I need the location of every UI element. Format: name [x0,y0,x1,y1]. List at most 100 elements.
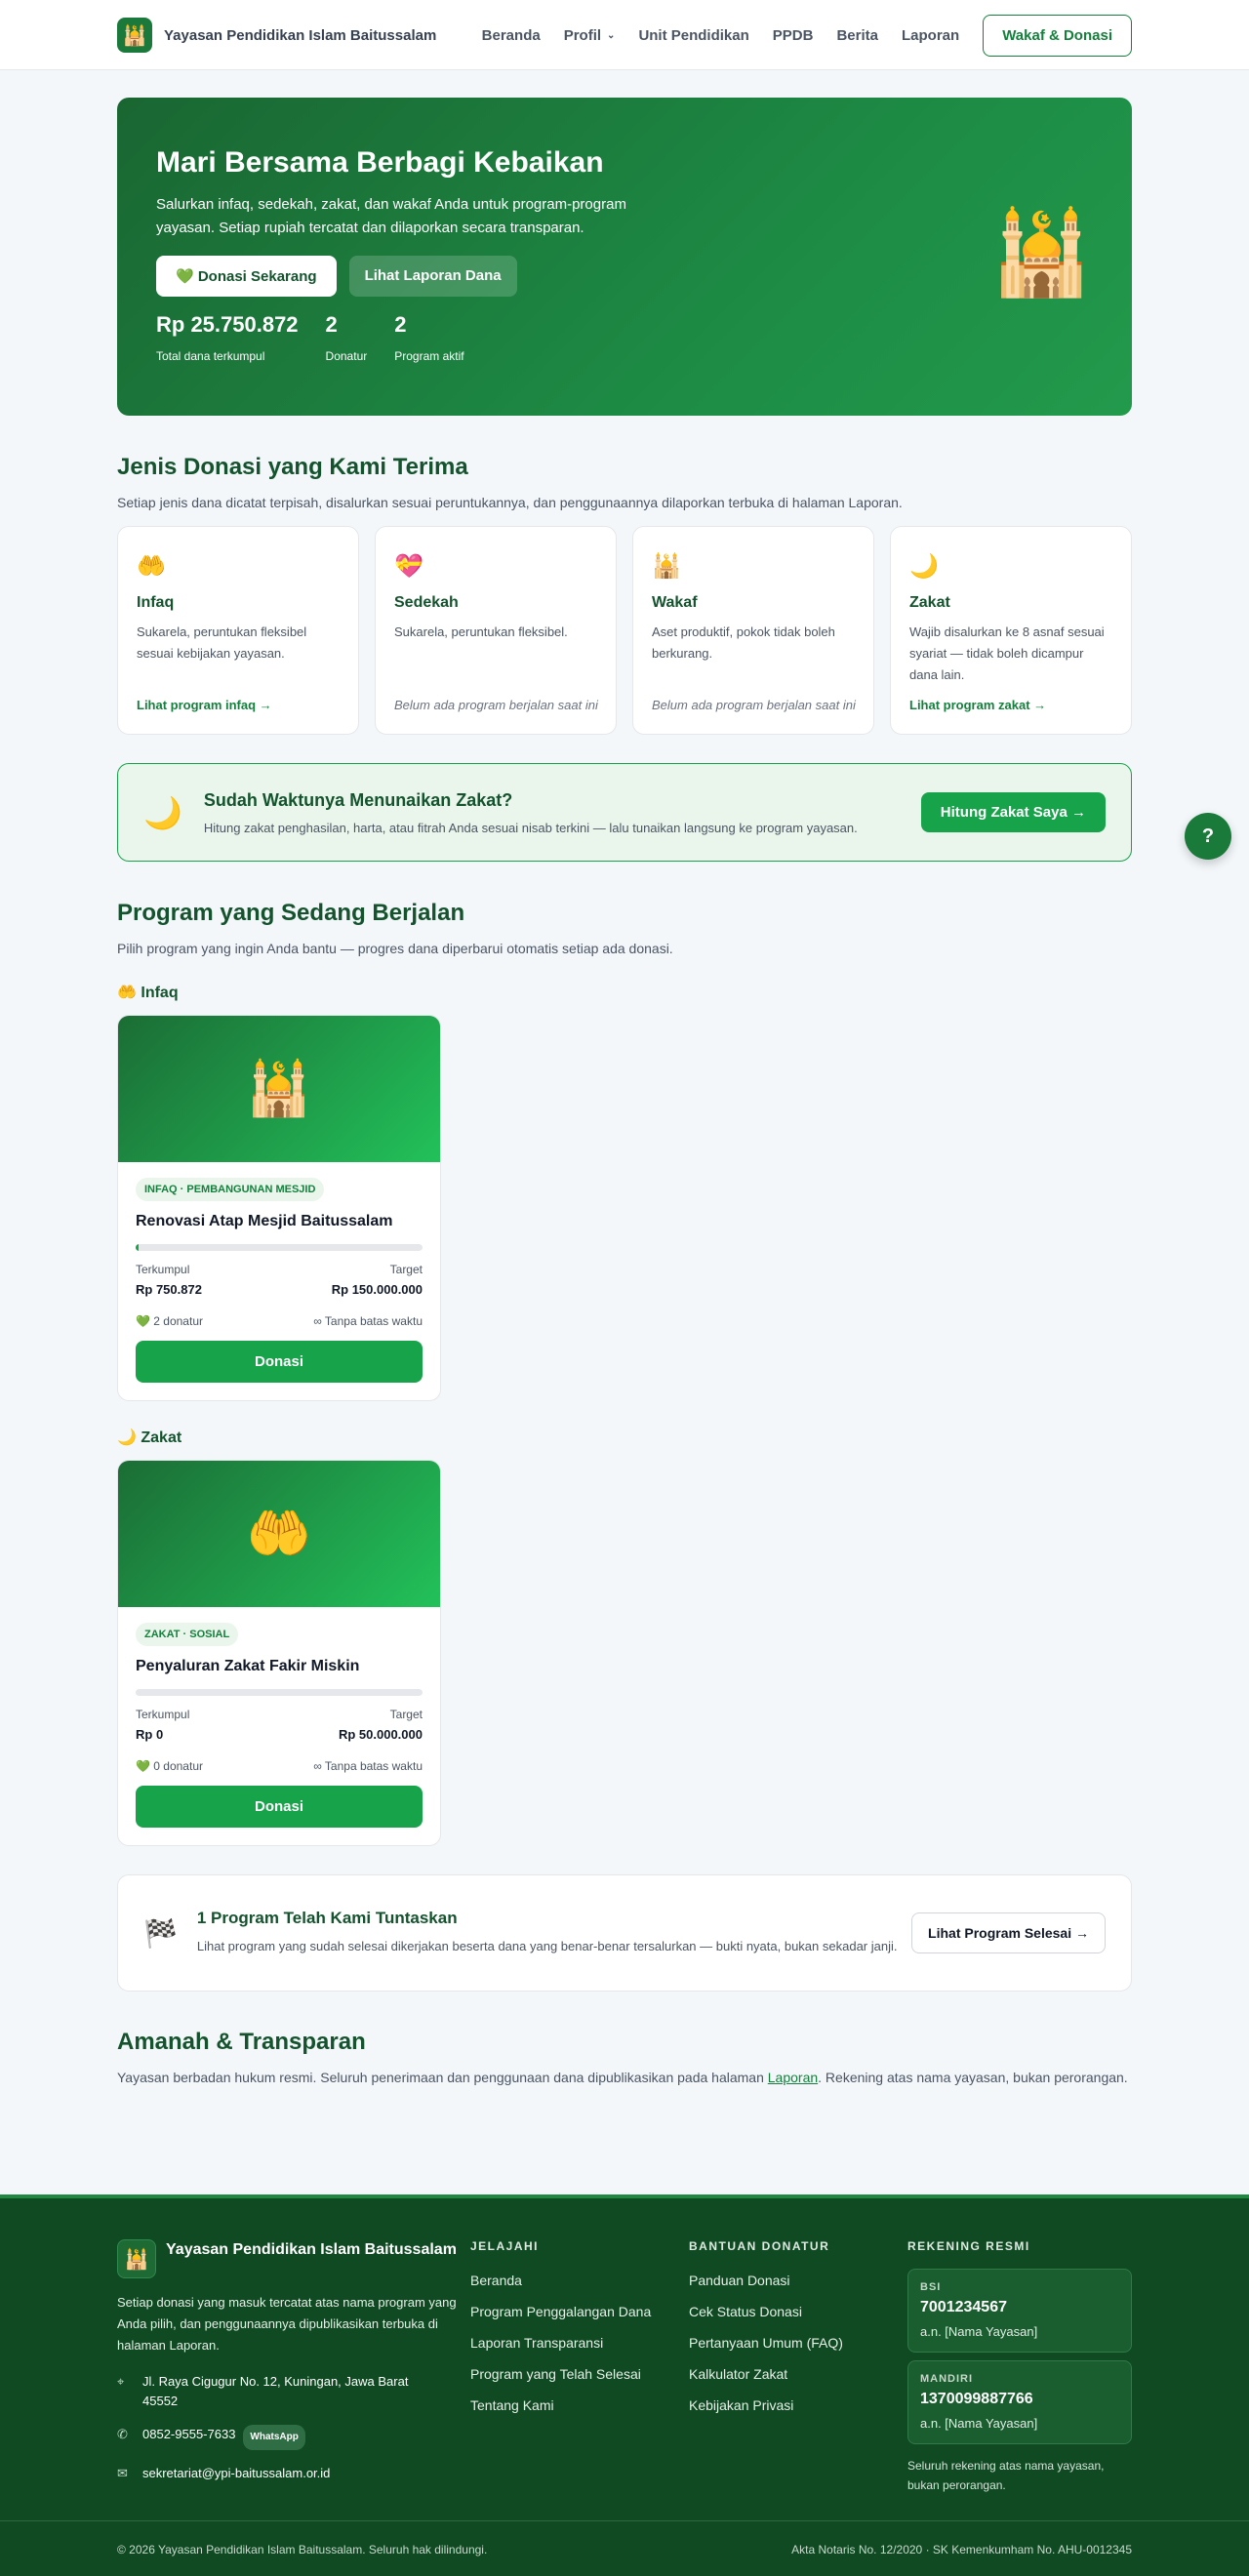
donation-type-card-zakat: 🌙 Zakat Wajib disalurkan ke 8 asnaf sesu… [890,526,1132,735]
account-holder: a.n. [Nama Yayasan] [920,2416,1038,2431]
footer-email[interactable]: sekretariat@ypi-baitussalam.or.id [142,2464,330,2483]
brand-name[interactable]: Yayasan Pendidikan Islam Baitussalam [164,27,436,44]
completed-title: 1 Program Telah Kami Tuntaskan [196,1909,458,1927]
phone-icon: ✆ [117,2427,128,2441]
footer-phone[interactable]: 0852-9555-7633 [142,2425,235,2444]
stat-total-value: Rp 25.750.872 [156,312,299,337]
program-image[interactable]: 🤲 [118,1461,440,1607]
footer-link-selesai[interactable]: Program yang Telah Selesai [470,2366,689,2382]
account-number[interactable]: 7001234567 [920,2299,1119,2316]
card-desc: Sukarela, peruntukan fleksibel. [394,624,568,639]
donasi-button[interactable]: Donasi [136,1341,423,1383]
amanah-text: Yayasan berbadan hukum resmi. Seluruh pe… [117,2070,1132,2085]
rekening-note: Seluruh rekening atas nama yayasan, buka… [907,2459,1105,2492]
stat-program-value: 2 [394,312,407,337]
lihat-program-zakat-link[interactable]: Lihat program zakat → [909,698,1046,712]
zakat-calculator-banner: 🌙 Sudah Waktunya Menunaikan Zakat? Hitun… [117,763,1132,862]
main-nav: Beranda Profil ⌄ Unit Pendidikan PPDB Ber… [459,14,1132,57]
whatsapp-badge[interactable]: WhatsApp [243,2425,305,2450]
nav-laporan[interactable]: Laporan [902,27,959,44]
program-tag: ZAKAT · SOSIAL [136,1623,239,1646]
category-infaq: 🤲 Infaq [117,985,179,1001]
logo-icon: 🕌 [117,2239,156,2278]
stat-total-label: Total dana terkumpul [156,349,265,363]
target-label: Target [389,1263,423,1276]
completed-programs-banner: 🏁 1 Program Telah Kami Tuntaskan Lihat p… [117,1874,1132,1992]
program-image[interactable]: 🕌 [118,1016,440,1162]
mail-icon: ✉ [117,2466,128,2480]
card-desc: Wajib disalurkan ke 8 asnaf sesuai syari… [909,624,1105,682]
stat-donatur-value: 2 [325,312,338,337]
nav-profil[interactable]: Profil ⌄ [564,27,616,44]
program-tag: INFAQ · PEMBANGUNAN MESJID [136,1178,325,1201]
location-pin-icon: ⌖ [117,2374,125,2389]
wakaf-donasi-button[interactable]: Wakaf & Donasi [983,14,1132,57]
chevron-down-icon: ⌄ [607,29,616,41]
footer-link-kalkulator[interactable]: Kalkulator Zakat [689,2366,907,2382]
target-value: Rp 150.000.000 [331,1282,423,1297]
hero-text: Salurkan infaq, sedekah, zakat, dan waka… [156,196,626,236]
footer-desc: Setiap donasi yang masuk tercatat atas n… [117,2295,457,2353]
program-title[interactable]: Renovasi Atap Mesjid Baitussalam [136,1213,423,1230]
bank-account-card: BSI 7001234567 a.n. [Nama Yayasan] [907,2269,1132,2353]
card-title: Wakaf [652,594,698,611]
amanah-title: Amanah & Transparan [117,2029,366,2055]
bank-name: BSI [920,2281,942,2293]
program-card: 🕌 INFAQ · PEMBANGUNAN MESJID Renovasi At… [117,1015,441,1401]
nav-ppdb[interactable]: PPDB [773,27,814,44]
donasi-button[interactable]: Donasi [136,1786,423,1828]
logo-icon[interactable]: 🕌 [117,18,152,53]
help-button[interactable]: ? [1185,813,1231,860]
crescent-moon-icon: 🌙 [143,794,182,830]
donation-type-card-infaq: 🤲 Infaq Sukarela, peruntukan fleksibel s… [117,526,359,735]
programs-subtitle: Pilih program yang ingin Anda bantu — pr… [117,941,673,956]
progress-bar [136,1689,423,1696]
deadline-text: ∞ Tanpa batas waktu [313,1314,423,1328]
footer-link-beranda[interactable]: Beranda [470,2273,689,2288]
mosque-icon: 🕌 [652,553,681,580]
mosque-icon: 🕌 [246,1059,312,1118]
zakat-banner-text: Hitung zakat penghasilan, harta, atau fi… [203,820,858,835]
account-holder: a.n. [Nama Yayasan] [920,2324,1038,2339]
footer-link-program[interactable]: Program Penggalangan Dana [470,2304,689,2319]
heart-gift-icon: 💝 [394,553,423,580]
footer-link-panduan[interactable]: Panduan Donasi [689,2273,907,2288]
nav-beranda[interactable]: Beranda [482,27,541,44]
donation-type-card-wakaf: 🕌 Wakaf Aset produktif, pokok tidak bole… [632,526,874,735]
no-program-note: Belum ada program berjalan saat ini [394,698,598,712]
lihat-program-infaq-link[interactable]: Lihat program infaq → [137,698,272,712]
stat-program-label: Program aktif [394,349,464,363]
nav-berita[interactable]: Berita [836,27,878,44]
footer-link-laporan[interactable]: Laporan Transparansi [470,2335,689,2351]
footer-link-faq[interactable]: Pertanyaan Umum (FAQ) [689,2335,907,2351]
collected-label: Terkumpul [136,1708,190,1721]
lihat-program-selesai-button[interactable]: Lihat Program Selesai → [911,1912,1106,1953]
donor-count: 💚 2 donatur [136,1314,203,1328]
amanah-section: Amanah & Transparan Yayasan berbadan huk… [117,2029,1132,2085]
footer-link-tentang[interactable]: Tentang Kami [470,2397,689,2413]
program-title[interactable]: Penyaluran Zakat Fakir Miskin [136,1658,423,1675]
legal-info: Akta Notaris No. 12/2020 · SK Kemenkumha… [791,2543,1132,2556]
jenis-donasi-title: Jenis Donasi yang Kami Terima [117,454,468,480]
hero-stats: Rp 25.750.872 Total dana terkumpul 2 Donat… [156,312,1093,363]
card-title: Sedekah [394,594,459,611]
footer-brand: Yayasan Pendidikan Islam Baitussalam [166,2241,457,2258]
card-title: Zakat [909,594,950,611]
collected-value: Rp 750.872 [136,1282,202,1297]
footer-link-privasi[interactable]: Kebijakan Privasi [689,2397,907,2413]
donasi-sekarang-button[interactable]: 💚 Donasi Sekarang [156,256,337,297]
copyright: © 2026 Yayasan Pendidikan Islam Baitussa… [117,2543,488,2556]
stat-donatur-label: Donatur [325,349,368,363]
laporan-link[interactable]: Laporan [768,2070,818,2085]
hitung-zakat-button[interactable]: Hitung Zakat Saya → [920,792,1106,832]
rekening-heading: REKENING RESMI [907,2239,1030,2253]
no-program-note: Belum ada program berjalan saat ini [652,698,856,712]
footer-link-cek-status[interactable]: Cek Status Donasi [689,2304,907,2319]
card-desc: Sukarela, peruntukan fleksibel sesuai ke… [137,624,307,661]
nav-unit-pendidikan[interactable]: Unit Pendidikan [638,27,748,44]
target-value: Rp 50.000.000 [338,1727,423,1742]
hero-title: Mari Bersama Berbagi Kebaikan [156,146,604,179]
footer-bottom: © 2026 Yayasan Pendidikan Islam Baitussa… [0,2520,1249,2556]
lihat-laporan-button[interactable]: Lihat Laporan Dana [348,256,517,297]
account-number[interactable]: 1370099887766 [920,2391,1119,2408]
